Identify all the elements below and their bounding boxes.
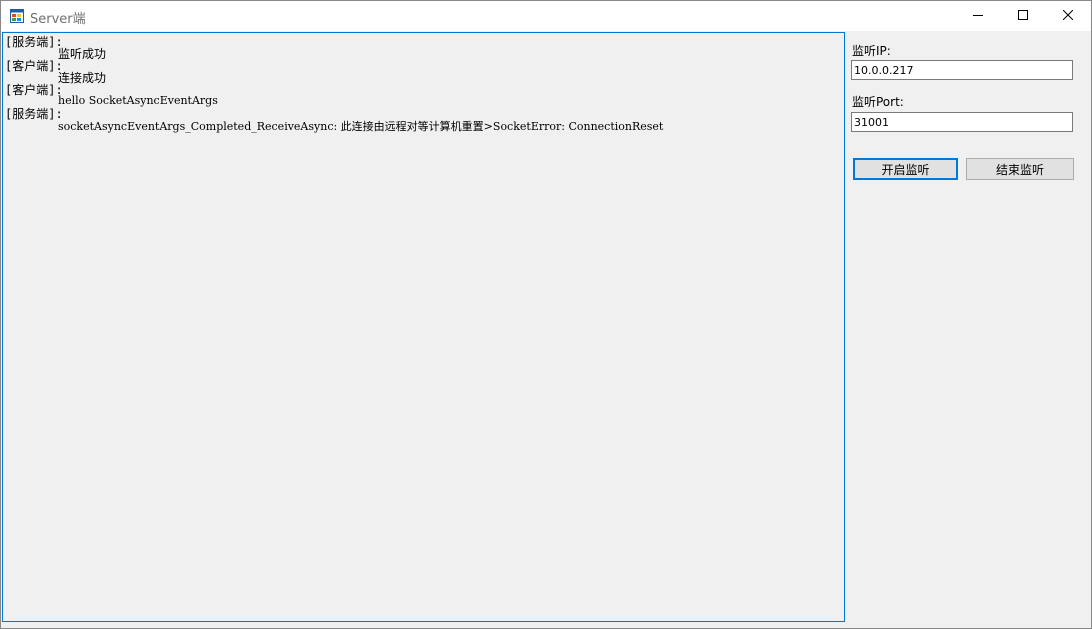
log-message: 监听成功 <box>58 47 107 61</box>
maximize-button[interactable] <box>1000 1 1046 31</box>
log-textbox[interactable]: [服务端]: 监听成功 [客户端]: 连接成功 [客户端]: hello Soc… <box>2 32 845 622</box>
close-icon <box>1062 9 1074 23</box>
ip-input[interactable] <box>851 60 1073 80</box>
minimize-icon <box>973 9 983 23</box>
app-window-icon <box>10 9 24 23</box>
log-role: [客户端]: <box>5 83 63 97</box>
ip-label: 监听IP: <box>852 44 891 58</box>
close-button[interactable] <box>1045 1 1091 31</box>
minimize-button[interactable] <box>955 1 1001 31</box>
server-window: Server端 [服务端]: 监听成功 [客户端]: 连接成功 [客户端]: h… <box>0 0 1092 629</box>
port-label: 监听Port: <box>852 95 904 109</box>
start-listen-button[interactable]: 开启监听 <box>853 158 958 180</box>
log-role: [服务端]: <box>5 107 63 121</box>
log-role: [服务端]: <box>5 35 63 49</box>
log-message: hello SocketAsyncEventArgs <box>58 94 218 107</box>
title-bar[interactable]: Server端 <box>1 1 1091 31</box>
log-message: 连接成功 <box>58 71 107 85</box>
stop-listen-button[interactable]: 结束监听 <box>966 158 1074 180</box>
log-message: socketAsyncEventArgs_Completed_ReceiveAs… <box>58 120 664 133</box>
log-role: [客户端]: <box>5 59 63 73</box>
window-title: Server端 <box>30 12 86 27</box>
port-input[interactable] <box>851 112 1073 132</box>
maximize-icon <box>1018 9 1028 23</box>
